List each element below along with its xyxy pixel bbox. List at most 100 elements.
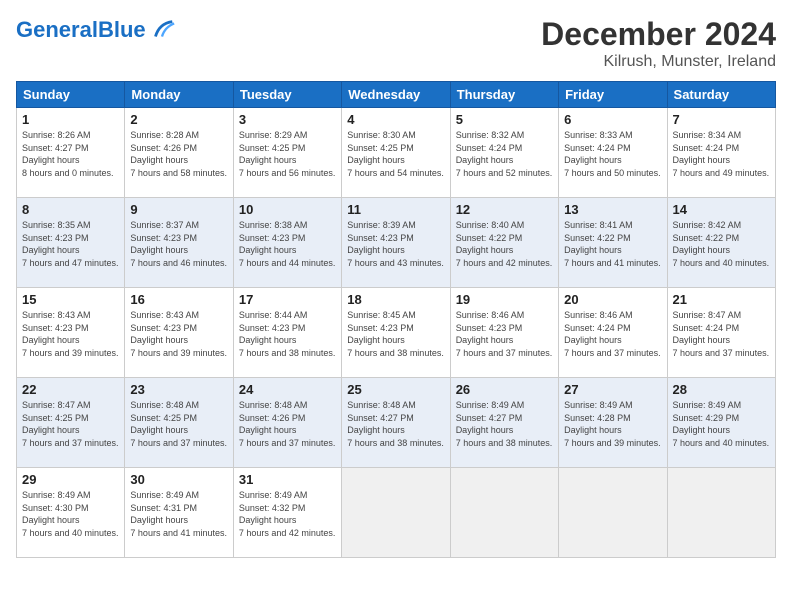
day-info: Sunrise: 8:47 AM Sunset: 4:25 PM Dayligh… xyxy=(22,399,119,449)
day-info: Sunrise: 8:43 AM Sunset: 4:23 PM Dayligh… xyxy=(130,309,227,359)
sunset-label: Sunset: 4:26 PM xyxy=(239,413,306,423)
daylight-label: Daylight hours xyxy=(564,245,622,255)
daylight-label: Daylight hours xyxy=(456,425,514,435)
col-tuesday: Tuesday xyxy=(233,82,341,108)
daylight-label: Daylight hours xyxy=(564,335,622,345)
daylight-value: 7 hours and 56 minutes. xyxy=(239,168,336,178)
table-row: 30 Sunrise: 8:49 AM Sunset: 4:31 PM Dayl… xyxy=(125,468,233,558)
sunrise-label: Sunrise: 8:49 AM xyxy=(673,400,742,410)
logo-text: GeneralBlue xyxy=(16,18,146,42)
day-number: 30 xyxy=(130,472,227,487)
table-row: 5 Sunrise: 8:32 AM Sunset: 4:24 PM Dayli… xyxy=(450,108,558,198)
page: GeneralBlue December 2024 Kilrush, Munst… xyxy=(0,0,792,612)
day-info: Sunrise: 8:44 AM Sunset: 4:23 PM Dayligh… xyxy=(239,309,336,359)
daylight-value: 7 hours and 41 minutes. xyxy=(564,258,661,268)
table-row: 15 Sunrise: 8:43 AM Sunset: 4:23 PM Dayl… xyxy=(17,288,125,378)
sunrise-label: Sunrise: 8:43 AM xyxy=(130,310,199,320)
sunrise-label: Sunrise: 8:37 AM xyxy=(130,220,199,230)
table-row: 16 Sunrise: 8:43 AM Sunset: 4:23 PM Dayl… xyxy=(125,288,233,378)
daylight-value: 7 hours and 47 minutes. xyxy=(22,258,119,268)
calendar-header-row: Sunday Monday Tuesday Wednesday Thursday… xyxy=(17,82,776,108)
sunset-label: Sunset: 4:23 PM xyxy=(130,233,197,243)
sunset-label: Sunset: 4:25 PM xyxy=(22,413,89,423)
daylight-value: 7 hours and 38 minutes. xyxy=(347,438,444,448)
sunset-label: Sunset: 4:22 PM xyxy=(564,233,631,243)
day-info: Sunrise: 8:49 AM Sunset: 4:29 PM Dayligh… xyxy=(673,399,770,449)
sunset-label: Sunset: 4:22 PM xyxy=(673,233,740,243)
day-info: Sunrise: 8:48 AM Sunset: 4:27 PM Dayligh… xyxy=(347,399,444,449)
table-row: 27 Sunrise: 8:49 AM Sunset: 4:28 PM Dayl… xyxy=(559,378,667,468)
sunset-label: Sunset: 4:26 PM xyxy=(130,143,197,153)
daylight-label: Daylight hours xyxy=(22,335,80,345)
daylight-value: 7 hours and 38 minutes. xyxy=(239,348,336,358)
daylight-label: Daylight hours xyxy=(239,515,297,525)
col-monday: Monday xyxy=(125,82,233,108)
daylight-label: Daylight hours xyxy=(239,245,297,255)
daylight-value: 7 hours and 39 minutes. xyxy=(22,348,119,358)
table-row: 8 Sunrise: 8:35 AM Sunset: 4:23 PM Dayli… xyxy=(17,198,125,288)
table-row: 3 Sunrise: 8:29 AM Sunset: 4:25 PM Dayli… xyxy=(233,108,341,198)
daylight-value: 7 hours and 40 minutes. xyxy=(673,438,770,448)
day-number: 13 xyxy=(564,202,661,217)
sunrise-label: Sunrise: 8:38 AM xyxy=(239,220,308,230)
table-row: 22 Sunrise: 8:47 AM Sunset: 4:25 PM Dayl… xyxy=(17,378,125,468)
daylight-label: Daylight hours xyxy=(673,335,731,345)
calendar-week-row: 29 Sunrise: 8:49 AM Sunset: 4:30 PM Dayl… xyxy=(17,468,776,558)
daylight-value: 7 hours and 58 minutes. xyxy=(130,168,227,178)
sunrise-label: Sunrise: 8:28 AM xyxy=(130,130,199,140)
table-row: 2 Sunrise: 8:28 AM Sunset: 4:26 PM Dayli… xyxy=(125,108,233,198)
sunrise-label: Sunrise: 8:49 AM xyxy=(564,400,633,410)
day-info: Sunrise: 8:28 AM Sunset: 4:26 PM Dayligh… xyxy=(130,129,227,179)
day-number: 6 xyxy=(564,112,661,127)
sunset-label: Sunset: 4:23 PM xyxy=(130,323,197,333)
day-number: 4 xyxy=(347,112,444,127)
day-number: 11 xyxy=(347,202,444,217)
day-number: 5 xyxy=(456,112,553,127)
day-number: 15 xyxy=(22,292,119,307)
day-number: 20 xyxy=(564,292,661,307)
daylight-label: Daylight hours xyxy=(347,335,405,345)
day-info: Sunrise: 8:38 AM Sunset: 4:23 PM Dayligh… xyxy=(239,219,336,269)
day-number: 18 xyxy=(347,292,444,307)
day-number: 24 xyxy=(239,382,336,397)
day-info: Sunrise: 8:42 AM Sunset: 4:22 PM Dayligh… xyxy=(673,219,770,269)
daylight-value: 7 hours and 44 minutes. xyxy=(239,258,336,268)
daylight-label: Daylight hours xyxy=(239,155,297,165)
daylight-label: Daylight hours xyxy=(239,425,297,435)
daylight-label: Daylight hours xyxy=(130,245,188,255)
day-number: 23 xyxy=(130,382,227,397)
day-number: 31 xyxy=(239,472,336,487)
sunset-label: Sunset: 4:24 PM xyxy=(456,143,523,153)
sunrise-label: Sunrise: 8:47 AM xyxy=(22,400,91,410)
day-info: Sunrise: 8:32 AM Sunset: 4:24 PM Dayligh… xyxy=(456,129,553,179)
sunrise-label: Sunrise: 8:48 AM xyxy=(239,400,308,410)
daylight-label: Daylight hours xyxy=(130,155,188,165)
daylight-label: Daylight hours xyxy=(347,425,405,435)
table-row xyxy=(559,468,667,558)
table-row: 24 Sunrise: 8:48 AM Sunset: 4:26 PM Dayl… xyxy=(233,378,341,468)
subtitle: Kilrush, Munster, Ireland xyxy=(541,53,776,71)
daylight-label: Daylight hours xyxy=(22,245,80,255)
table-row: 9 Sunrise: 8:37 AM Sunset: 4:23 PM Dayli… xyxy=(125,198,233,288)
day-number: 3 xyxy=(239,112,336,127)
daylight-label: Daylight hours xyxy=(130,425,188,435)
sunset-label: Sunset: 4:27 PM xyxy=(22,143,89,153)
sunrise-label: Sunrise: 8:49 AM xyxy=(456,400,525,410)
sunset-label: Sunset: 4:24 PM xyxy=(673,143,740,153)
daylight-value: 7 hours and 40 minutes. xyxy=(22,528,119,538)
daylight-value: 7 hours and 37 minutes. xyxy=(130,438,227,448)
day-number: 8 xyxy=(22,202,119,217)
daylight-value: 7 hours and 43 minutes. xyxy=(347,258,444,268)
sunset-label: Sunset: 4:23 PM xyxy=(22,233,89,243)
sunset-label: Sunset: 4:28 PM xyxy=(564,413,631,423)
daylight-value: 7 hours and 38 minutes. xyxy=(456,438,553,448)
daylight-value: 7 hours and 46 minutes. xyxy=(130,258,227,268)
daylight-label: Daylight hours xyxy=(673,245,731,255)
sunset-label: Sunset: 4:24 PM xyxy=(673,323,740,333)
table-row: 21 Sunrise: 8:47 AM Sunset: 4:24 PM Dayl… xyxy=(667,288,775,378)
sunrise-label: Sunrise: 8:32 AM xyxy=(456,130,525,140)
table-row: 26 Sunrise: 8:49 AM Sunset: 4:27 PM Dayl… xyxy=(450,378,558,468)
sunset-label: Sunset: 4:30 PM xyxy=(22,503,89,513)
table-row: 6 Sunrise: 8:33 AM Sunset: 4:24 PM Dayli… xyxy=(559,108,667,198)
sunrise-label: Sunrise: 8:34 AM xyxy=(673,130,742,140)
